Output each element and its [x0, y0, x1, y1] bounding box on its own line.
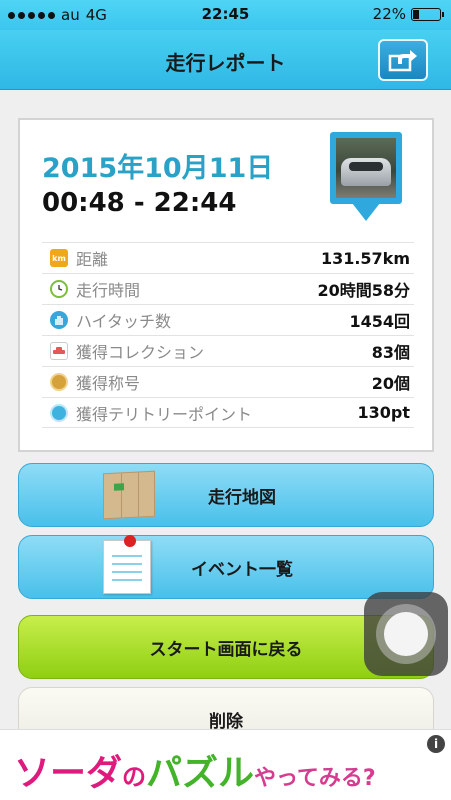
clock-icon — [50, 280, 68, 298]
stat-label: ハイタッチ数 — [76, 312, 172, 331]
stat-row-high-touch: ハイタッチ数 1454回 — [42, 304, 414, 335]
stat-value: 20個 — [371, 374, 410, 393]
report-time-range: 00:48 - 22:44 — [42, 188, 237, 218]
ad-info-icon[interactable]: i — [427, 735, 445, 753]
car-icon — [50, 342, 68, 360]
stat-label: 獲得称号 — [76, 374, 141, 393]
stat-row-titles: 獲得称号 20個 — [42, 366, 414, 397]
stat-label: 獲得テリトリーポイント — [76, 404, 253, 424]
battery-icon — [411, 7, 444, 21]
car-photo-pin[interactable] — [330, 132, 402, 221]
car-photo — [336, 138, 396, 198]
stat-value: 20時間58分 — [317, 281, 410, 300]
button-label: スタート画面に戻る — [149, 639, 303, 660]
stat-label: 走行時間 — [76, 281, 141, 300]
button-label: 削除 — [209, 711, 243, 732]
button-label: 走行地図 — [208, 487, 276, 508]
map-icon — [103, 470, 155, 520]
stat-label: 獲得コレクション — [76, 343, 205, 362]
battery-percent: 22% — [372, 5, 406, 23]
medal-icon — [50, 373, 68, 391]
status-bar: au 4G 22:45 22% — [0, 0, 451, 30]
km-icon: km — [50, 249, 68, 267]
stat-label: 距離 — [76, 250, 109, 269]
stat-value: 130pt — [357, 403, 411, 422]
button-label: イベント一覧 — [191, 559, 293, 580]
drive-map-button[interactable]: 走行地図 — [18, 463, 434, 527]
ad-text: ソーダのパズルやってみる? — [14, 753, 376, 794]
share-button[interactable] — [378, 39, 428, 81]
stat-value: 1454回 — [349, 312, 410, 331]
stat-row-territory: 獲得テリトリーポイント 130pt — [42, 397, 414, 428]
stat-row-distance: km 距離 131.57km — [42, 242, 414, 273]
share-icon — [388, 50, 417, 72]
stat-row-collection: 獲得コレクション 83個 — [42, 335, 414, 366]
stats-list: km 距離 131.57km 走行時間 20時間58分 ハイタッチ数 1454回… — [42, 242, 414, 428]
ad-banner[interactable]: ソーダのパズルやってみる? i — [0, 729, 451, 800]
assistive-touch-button[interactable] — [364, 592, 448, 676]
memo-icon — [103, 535, 151, 594]
stat-row-drive-time: 走行時間 20時間58分 — [42, 273, 414, 304]
event-list-button[interactable]: イベント一覧 — [18, 535, 434, 599]
territory-icon — [50, 403, 68, 422]
report-card: 2015年10月11日 00:48 - 22:44 km 距離 131.57km… — [18, 118, 434, 452]
hand-icon — [50, 311, 68, 329]
stat-value: 83個 — [371, 343, 410, 362]
nav-bar: 走行レポート — [0, 30, 451, 90]
stat-value: 131.57km — [320, 248, 410, 268]
report-date: 2015年10月11日 — [42, 153, 274, 184]
